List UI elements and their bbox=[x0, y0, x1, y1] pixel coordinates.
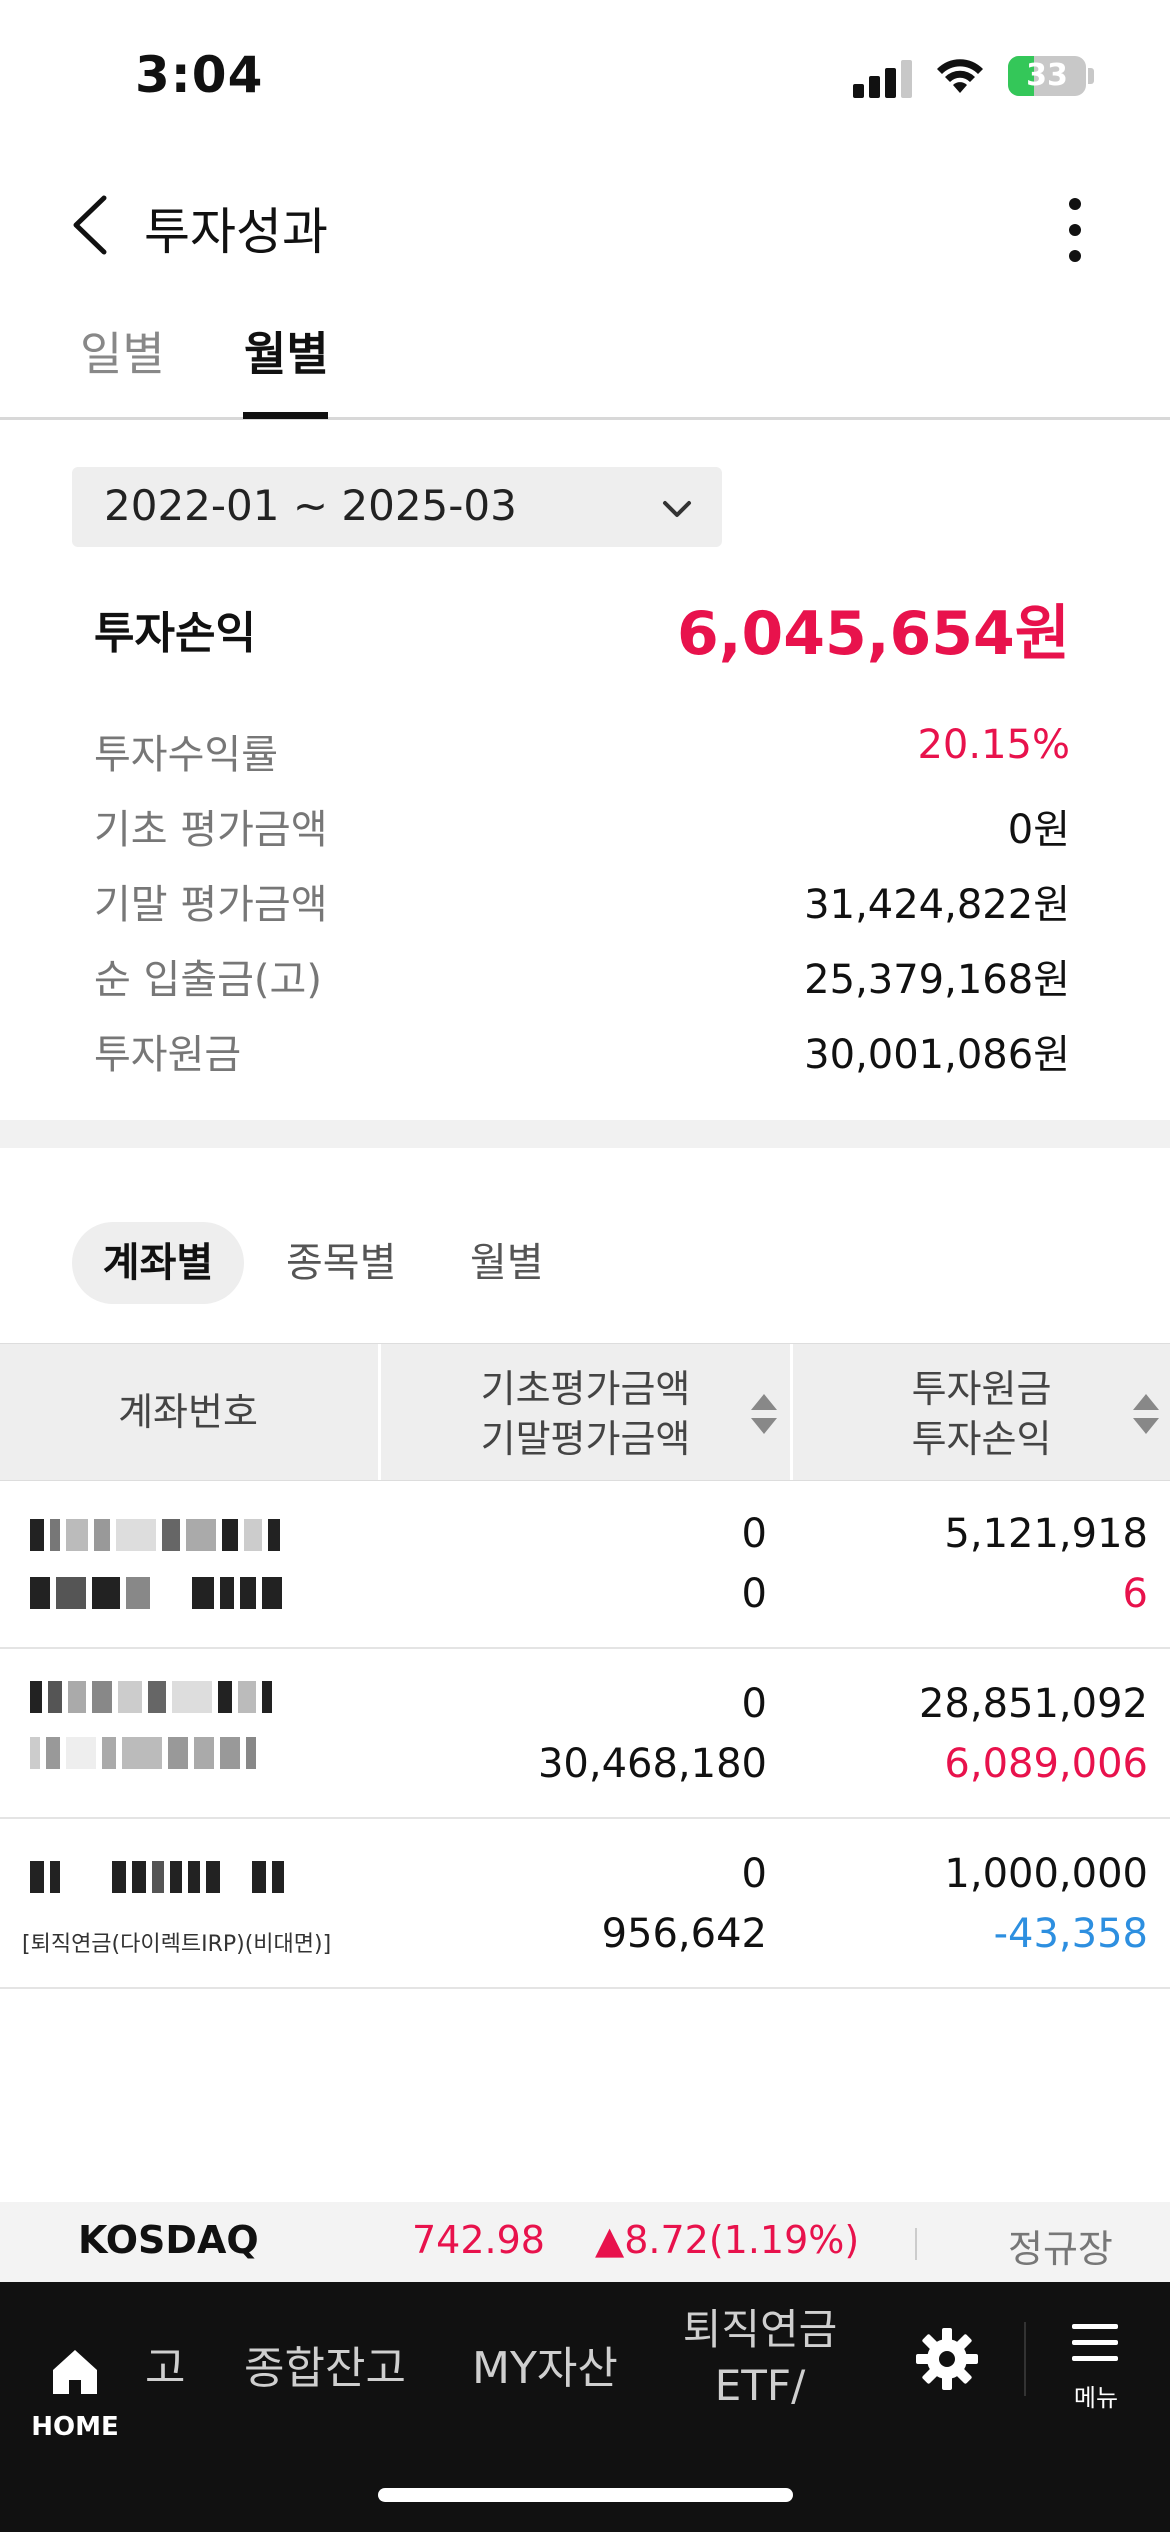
nav-home-label: HOME bbox=[31, 2412, 119, 2442]
base-valuation: 0 bbox=[741, 1681, 767, 1727]
summary-value: 25,379,168원 bbox=[804, 957, 1070, 1003]
tab-monthly[interactable]: 월별 bbox=[244, 318, 329, 384]
pnl-value: 6,045,654원 bbox=[676, 599, 1070, 669]
masked-text bbox=[30, 1681, 278, 1713]
nav-pension-etf[interactable]: 퇴직연금 ETF/ bbox=[675, 2302, 845, 2414]
account-number-masked bbox=[0, 1481, 350, 1647]
menu-icon-bar bbox=[1072, 2324, 1118, 2329]
principal: 28,851,092 bbox=[918, 1681, 1148, 1727]
summary-label: 투자수익률 bbox=[94, 732, 278, 778]
segment-by-account[interactable]: 계좌별 bbox=[72, 1222, 244, 1304]
active-tab-indicator bbox=[243, 412, 328, 419]
summary-row-principal: 투자원금 30,001,086원 bbox=[94, 1022, 1070, 1082]
tab-daily[interactable]: 일별 bbox=[80, 318, 165, 384]
masked-text bbox=[30, 1519, 286, 1551]
nav-pension-line2: ETF/ bbox=[714, 2361, 806, 2410]
battery-tip bbox=[1088, 68, 1094, 84]
summary-row-return-rate: 투자수익률 20.15% bbox=[94, 722, 1070, 782]
menu-icon-bar bbox=[1072, 2340, 1118, 2345]
cellular-signal-icon bbox=[853, 58, 913, 98]
nav-total-balance[interactable]: 종합잔고 bbox=[244, 2332, 406, 2396]
masked-text bbox=[30, 1577, 288, 1609]
header-principal[interactable]: 투자원금 투자손익 bbox=[790, 1344, 1170, 1480]
menu-icon-bar bbox=[1072, 2356, 1118, 2361]
index-ticker[interactable]: KOSDAQ 742.98 ▲8.72(1.19%) 정규장 bbox=[0, 2202, 1170, 2282]
table-header: 계좌번호 기초평가금액 기말평가금액 투자원금 투자손익 bbox=[0, 1343, 1170, 1481]
nav-home[interactable]: HOME bbox=[30, 2322, 120, 2442]
period-select[interactable]: 2022-01 ~ 2025-03 bbox=[72, 467, 722, 547]
header-principal-label: 투자원금 bbox=[911, 1367, 1052, 1411]
nav-balance-partial[interactable]: 고 bbox=[145, 2332, 185, 2396]
table-row[interactable]: 0 30,468,180 28,851,092 6,089,006 bbox=[0, 1651, 1170, 1819]
period-value: 2022-01 ~ 2025-03 bbox=[104, 481, 517, 530]
section-divider bbox=[0, 1120, 1170, 1148]
index-price: 742.98 bbox=[412, 2218, 545, 2262]
account-type-label: [퇴직연금(다이렉트IRP)(비대면)] bbox=[22, 1932, 332, 1957]
nav-menu-label: 메뉴 bbox=[1073, 2384, 1119, 2412]
sort-icon[interactable] bbox=[1133, 1394, 1159, 1438]
header-account-number: 계좌번호 bbox=[118, 1390, 258, 1434]
nav-divider bbox=[1024, 2322, 1026, 2396]
summary-label: 투자원금 bbox=[94, 1032, 242, 1078]
battery-percent: 33 bbox=[1026, 58, 1068, 93]
nav-my-assets[interactable]: MY자산 bbox=[472, 2332, 618, 2396]
summary-value: 30,001,086원 bbox=[804, 1032, 1070, 1078]
pnl: -43,358 bbox=[993, 1911, 1148, 1957]
account-number-masked bbox=[0, 1651, 350, 1817]
principal: 5,121,918 bbox=[944, 1511, 1148, 1557]
summary-value: 0원 bbox=[1007, 807, 1070, 853]
header-end-valuation: 기말평가금액 bbox=[480, 1417, 691, 1461]
segment-by-stock[interactable]: 종목별 bbox=[286, 1222, 396, 1304]
segment-by-month[interactable]: 월별 bbox=[470, 1222, 544, 1304]
end-valuation: 956,642 bbox=[601, 1911, 767, 1957]
masked-text bbox=[30, 1861, 290, 1893]
period-tabs: 일별 월별 bbox=[0, 310, 1170, 420]
header-valuation[interactable]: 기초평가금액 기말평가금액 bbox=[378, 1344, 790, 1480]
gear-icon[interactable] bbox=[912, 2324, 982, 2394]
more-vertical-icon[interactable] bbox=[1055, 195, 1095, 265]
chevron-down-icon bbox=[663, 501, 691, 517]
pnl: 6 bbox=[1122, 1571, 1148, 1617]
index-change: ▲8.72(1.19%) bbox=[595, 2218, 860, 2262]
end-valuation: 30,468,180 bbox=[537, 1741, 767, 1787]
chevron-left-icon[interactable] bbox=[62, 190, 122, 260]
home-icon bbox=[53, 2350, 97, 2394]
summary-row-base-valuation: 기초 평가금액 0원 bbox=[94, 797, 1070, 857]
pnl: 6,089,006 bbox=[944, 1741, 1148, 1787]
account-number-masked: [퇴직연금(다이렉트IRP)(비대면)] bbox=[0, 1821, 350, 1987]
summary-label: 기말 평가금액 bbox=[94, 882, 328, 928]
sort-icon[interactable] bbox=[751, 1394, 777, 1438]
summary-value: 20.15% bbox=[917, 722, 1070, 768]
page-title: 투자성과 bbox=[144, 203, 328, 261]
battery-icon: 33 bbox=[1008, 56, 1086, 96]
summary-value: 31,424,822원 bbox=[804, 882, 1070, 928]
summary-label: 기초 평가금액 bbox=[94, 807, 328, 853]
wifi-icon bbox=[937, 59, 983, 93]
nav-menu[interactable]: 메뉴 bbox=[1068, 2320, 1128, 2412]
status-bar: 3:04 33 bbox=[0, 0, 1170, 150]
header-base-valuation: 기초평가금액 bbox=[480, 1367, 691, 1411]
masked-text bbox=[30, 1737, 262, 1769]
status-time: 3:04 bbox=[135, 46, 264, 104]
page-header: 투자성과 bbox=[0, 170, 1170, 280]
pnl-label: 투자손익 bbox=[94, 608, 256, 659]
base-valuation: 0 bbox=[741, 1511, 767, 1557]
nav-pension-line1: 퇴직연금 bbox=[682, 2305, 838, 2354]
summary-row-net-flow: 순 입출금(고) 25,379,168원 bbox=[94, 947, 1070, 1007]
ticker-divider bbox=[915, 2228, 917, 2260]
table-row[interactable]: 0 0 5,121,918 6 bbox=[0, 1481, 1170, 1649]
principal: 1,000,000 bbox=[944, 1851, 1148, 1897]
summary-row-end-valuation: 기말 평가금액 31,424,822원 bbox=[94, 872, 1070, 932]
market-status: 정규장 bbox=[1008, 2227, 1113, 2271]
base-valuation: 0 bbox=[741, 1851, 767, 1897]
home-indicator[interactable] bbox=[378, 2488, 793, 2502]
table-row[interactable]: [퇴직연금(다이렉트IRP)(비대면)] 0 956,642 1,000,000… bbox=[0, 1821, 1170, 1989]
header-pnl-label: 투자손익 bbox=[911, 1417, 1052, 1461]
summary-label: 순 입출금(고) bbox=[94, 957, 322, 1003]
index-name: KOSDAQ bbox=[78, 2218, 259, 2262]
end-valuation: 0 bbox=[741, 1571, 767, 1617]
